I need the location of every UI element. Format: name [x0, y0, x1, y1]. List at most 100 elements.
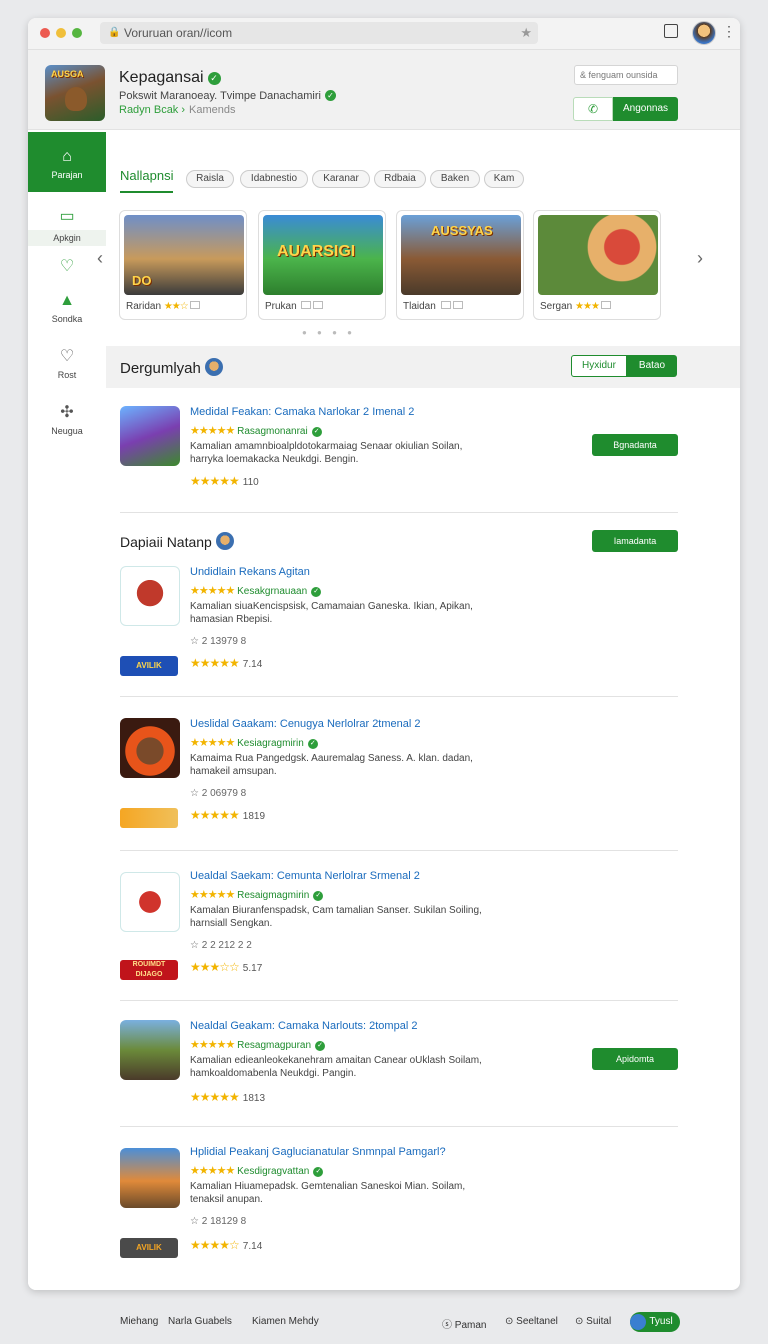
footer-link-suital[interactable]: ⊙ Suital	[575, 1316, 611, 1327]
chip[interactable]: Karanar	[312, 170, 370, 188]
section-title-text: Dergumlyah	[120, 360, 201, 377]
section-title: Dergumlyah	[120, 358, 223, 377]
app-icon: AUSGA	[45, 65, 105, 121]
card-caption: Sergan ★★★	[540, 301, 611, 312]
footer-button[interactable]: Tyusl	[630, 1312, 680, 1332]
footer-link[interactable]: Miehang	[120, 1316, 158, 1327]
chip[interactable]: Kam	[484, 170, 524, 188]
footer-link-seeltanel[interactable]: ⊙ Seeltanel	[505, 1316, 558, 1327]
game-thumbnail: AUSSYAS	[401, 215, 521, 295]
footer-link-paman[interactable]: ⓢ Paman	[442, 1316, 486, 1331]
sidebar-item-sondka[interactable]: ▲ Sondka	[28, 292, 106, 332]
list-item[interactable]: Nealdal Geakam: Camaka Narlouts: 2tompal…	[106, 1020, 678, 1120]
close-window-button[interactable]	[40, 28, 50, 38]
app-title: Kepagansai ✓	[119, 69, 221, 87]
app-title-link[interactable]: Uealdal Saekam: Cemunta Nerlolrar Srmena…	[190, 870, 420, 882]
carousel-prev-icon[interactable]: ‹	[97, 248, 103, 269]
carousel-card[interactable]: AUARSIGI Prukan	[258, 210, 386, 320]
sidebar-item-apps[interactable]: ▭ Apkgin	[28, 208, 106, 248]
sidebar-item-label: Neugua	[51, 426, 83, 436]
square-icon	[189, 301, 200, 309]
rating-value: 5.17	[242, 963, 263, 974]
app-title-link[interactable]: Nealdal Geakam: Camaka Narlouts: 2tompal…	[190, 1020, 417, 1032]
minimize-window-button[interactable]	[56, 28, 66, 38]
list-item[interactable]: Undidlain Rekans Agitan ★★★★★ Kesakgrnau…	[106, 564, 678, 684]
stars-icon: ★★★★★	[190, 585, 235, 597]
chip[interactable]: Raisla	[186, 170, 234, 188]
developer-line[interactable]: Radyn Bcak › Kamends	[119, 104, 236, 116]
list-item[interactable]: Ueslidal Gaakam: Cenugya Nerlolrar 2tmen…	[106, 718, 678, 838]
carousel-card[interactable]: DO Raridan ★★☆	[119, 210, 247, 320]
list-item[interactable]: Medidal Feakan: Camaka Narlokar 2 Imenal…	[106, 404, 678, 504]
lock-icon: 🔒	[108, 27, 121, 38]
app-description: Kamaima Rua Pangedgsk. Aauremalag Saness…	[190, 753, 473, 777]
stars-icon: ★★★★★	[190, 808, 240, 822]
heart-icon: ♡	[59, 348, 75, 365]
footer-link[interactable]: Narla Guabels	[168, 1316, 232, 1327]
carousel-card[interactable]: Sergan ★★★	[533, 210, 661, 320]
app-action-button[interactable]: Apidomta	[592, 1048, 678, 1070]
bookmark-star-icon[interactable]: ★	[520, 22, 532, 44]
sidebar-item-label: Rost	[57, 370, 77, 380]
verified-icon: ✓	[324, 90, 336, 101]
sidebar: ⌂ Parajan ▭ Apkgin ♡ ▲ Sondka ♡ Rost ✣ N…	[28, 132, 106, 1290]
game-thumbnail: DO	[124, 215, 244, 295]
toggle-right-button[interactable]: Batao	[627, 355, 677, 377]
app-title-link[interactable]: Hplidial Peakanj Gaglucianatular Snmnpal…	[190, 1146, 446, 1158]
sidebar-item-neugua[interactable]: ✣ Neugua	[28, 404, 106, 444]
app-title-link[interactable]: Ueslidal Gaakam: Cenugya Nerlolrar 2tmen…	[190, 718, 421, 730]
sidebar-item-leaf[interactable]: ♡	[28, 258, 106, 284]
sidebar-item-home[interactable]: ⌂ Parajan	[28, 132, 106, 192]
install-button[interactable]: Angonnas	[613, 97, 678, 121]
search-input[interactable]: & fenguam ounsida	[574, 65, 678, 85]
tab-active[interactable]: Nallapnsi	[120, 168, 174, 193]
developer-name[interactable]: Radyn Bcak	[119, 104, 178, 116]
share-icon[interactable]	[664, 24, 678, 38]
square-icon	[313, 301, 324, 309]
app-description: Kamalian Hiuamepadsk. Gemtenalian Sanesk…	[190, 1181, 466, 1205]
app-title-link[interactable]: Medidal Feakan: Camaka Narlokar 2 Imenal…	[190, 406, 414, 418]
carousel-next-icon[interactable]: ›	[697, 248, 703, 269]
sidebar-item-label: Sondka	[51, 314, 83, 324]
subsection-action-button[interactable]: Iamadanta	[592, 530, 678, 552]
more-menu-icon[interactable]: ⋮	[722, 24, 736, 38]
app-tag: ★★★★★ Kesdigragvattan ✓	[190, 1164, 324, 1177]
stars-icon: ★★★★★	[190, 1039, 235, 1051]
chip[interactable]: Rdbaia	[374, 170, 426, 188]
stars-icon: ★★★★★	[190, 425, 235, 437]
stars-icon: ★★★☆☆	[190, 960, 240, 974]
chip[interactable]: Idabnestio	[240, 170, 308, 188]
avatar	[204, 358, 223, 376]
globe-icon	[630, 1314, 646, 1330]
section-header: Dergumlyah Hyxidur Batao	[106, 346, 740, 388]
bear-character-icon	[65, 87, 87, 111]
rating-value: 1819	[242, 811, 266, 822]
list-item[interactable]: Uealdal Saekam: Cemunta Nerlolrar Srmena…	[106, 870, 678, 990]
app-tag: ★★★★★ Kesiagragmirin ✓	[190, 736, 318, 749]
card-caption: Tlaidan	[403, 301, 463, 312]
app-badge: ROUIMDT DIJAGO	[120, 960, 178, 980]
browser-window: 🔒 Voruruan oran//icom ★ ⋮ AUSGA Kepagans…	[28, 18, 740, 1290]
list-item[interactable]: Hplidial Peakanj Gaglucianatular Snmnpal…	[106, 1146, 678, 1266]
verified-icon: ✓	[207, 72, 221, 85]
divider	[120, 512, 678, 513]
carousel-card[interactable]: AUSSYAS Tlaidan	[396, 210, 524, 320]
app-subtitle-text: Pokswit Maranoeay. Tvimpe Danachamiri	[119, 90, 321, 102]
stars-icon: ★★★★★	[190, 1090, 240, 1104]
sidebar-item-rost[interactable]: ♡ Rost	[28, 348, 106, 388]
developer-extra: Kamends	[189, 104, 236, 116]
profile-avatar[interactable]	[692, 21, 716, 45]
footer-link[interactable]: Kiamen Mehdy	[252, 1316, 319, 1327]
stars-icon: ★★★★★	[190, 737, 235, 749]
toggle-left-button[interactable]: Hyxidur	[571, 355, 627, 377]
address-bar[interactable]: 🔒 Voruruan oran//icom ★	[100, 22, 538, 44]
phone-icon[interactable]: ✆	[573, 97, 613, 121]
carousel-pager[interactable]: ● ● ● ●	[302, 328, 356, 337]
app-rating: ★★★★★ 7.14	[190, 656, 262, 670]
footer-link-text: Suital	[586, 1316, 612, 1327]
book-icon: ▭	[59, 208, 75, 225]
maximize-window-button[interactable]	[72, 28, 82, 38]
chip[interactable]: Baken	[430, 170, 480, 188]
app-action-button[interactable]: Bgnadanta	[592, 434, 678, 456]
app-title-link[interactable]: Undidlain Rekans Agitan	[190, 566, 310, 578]
